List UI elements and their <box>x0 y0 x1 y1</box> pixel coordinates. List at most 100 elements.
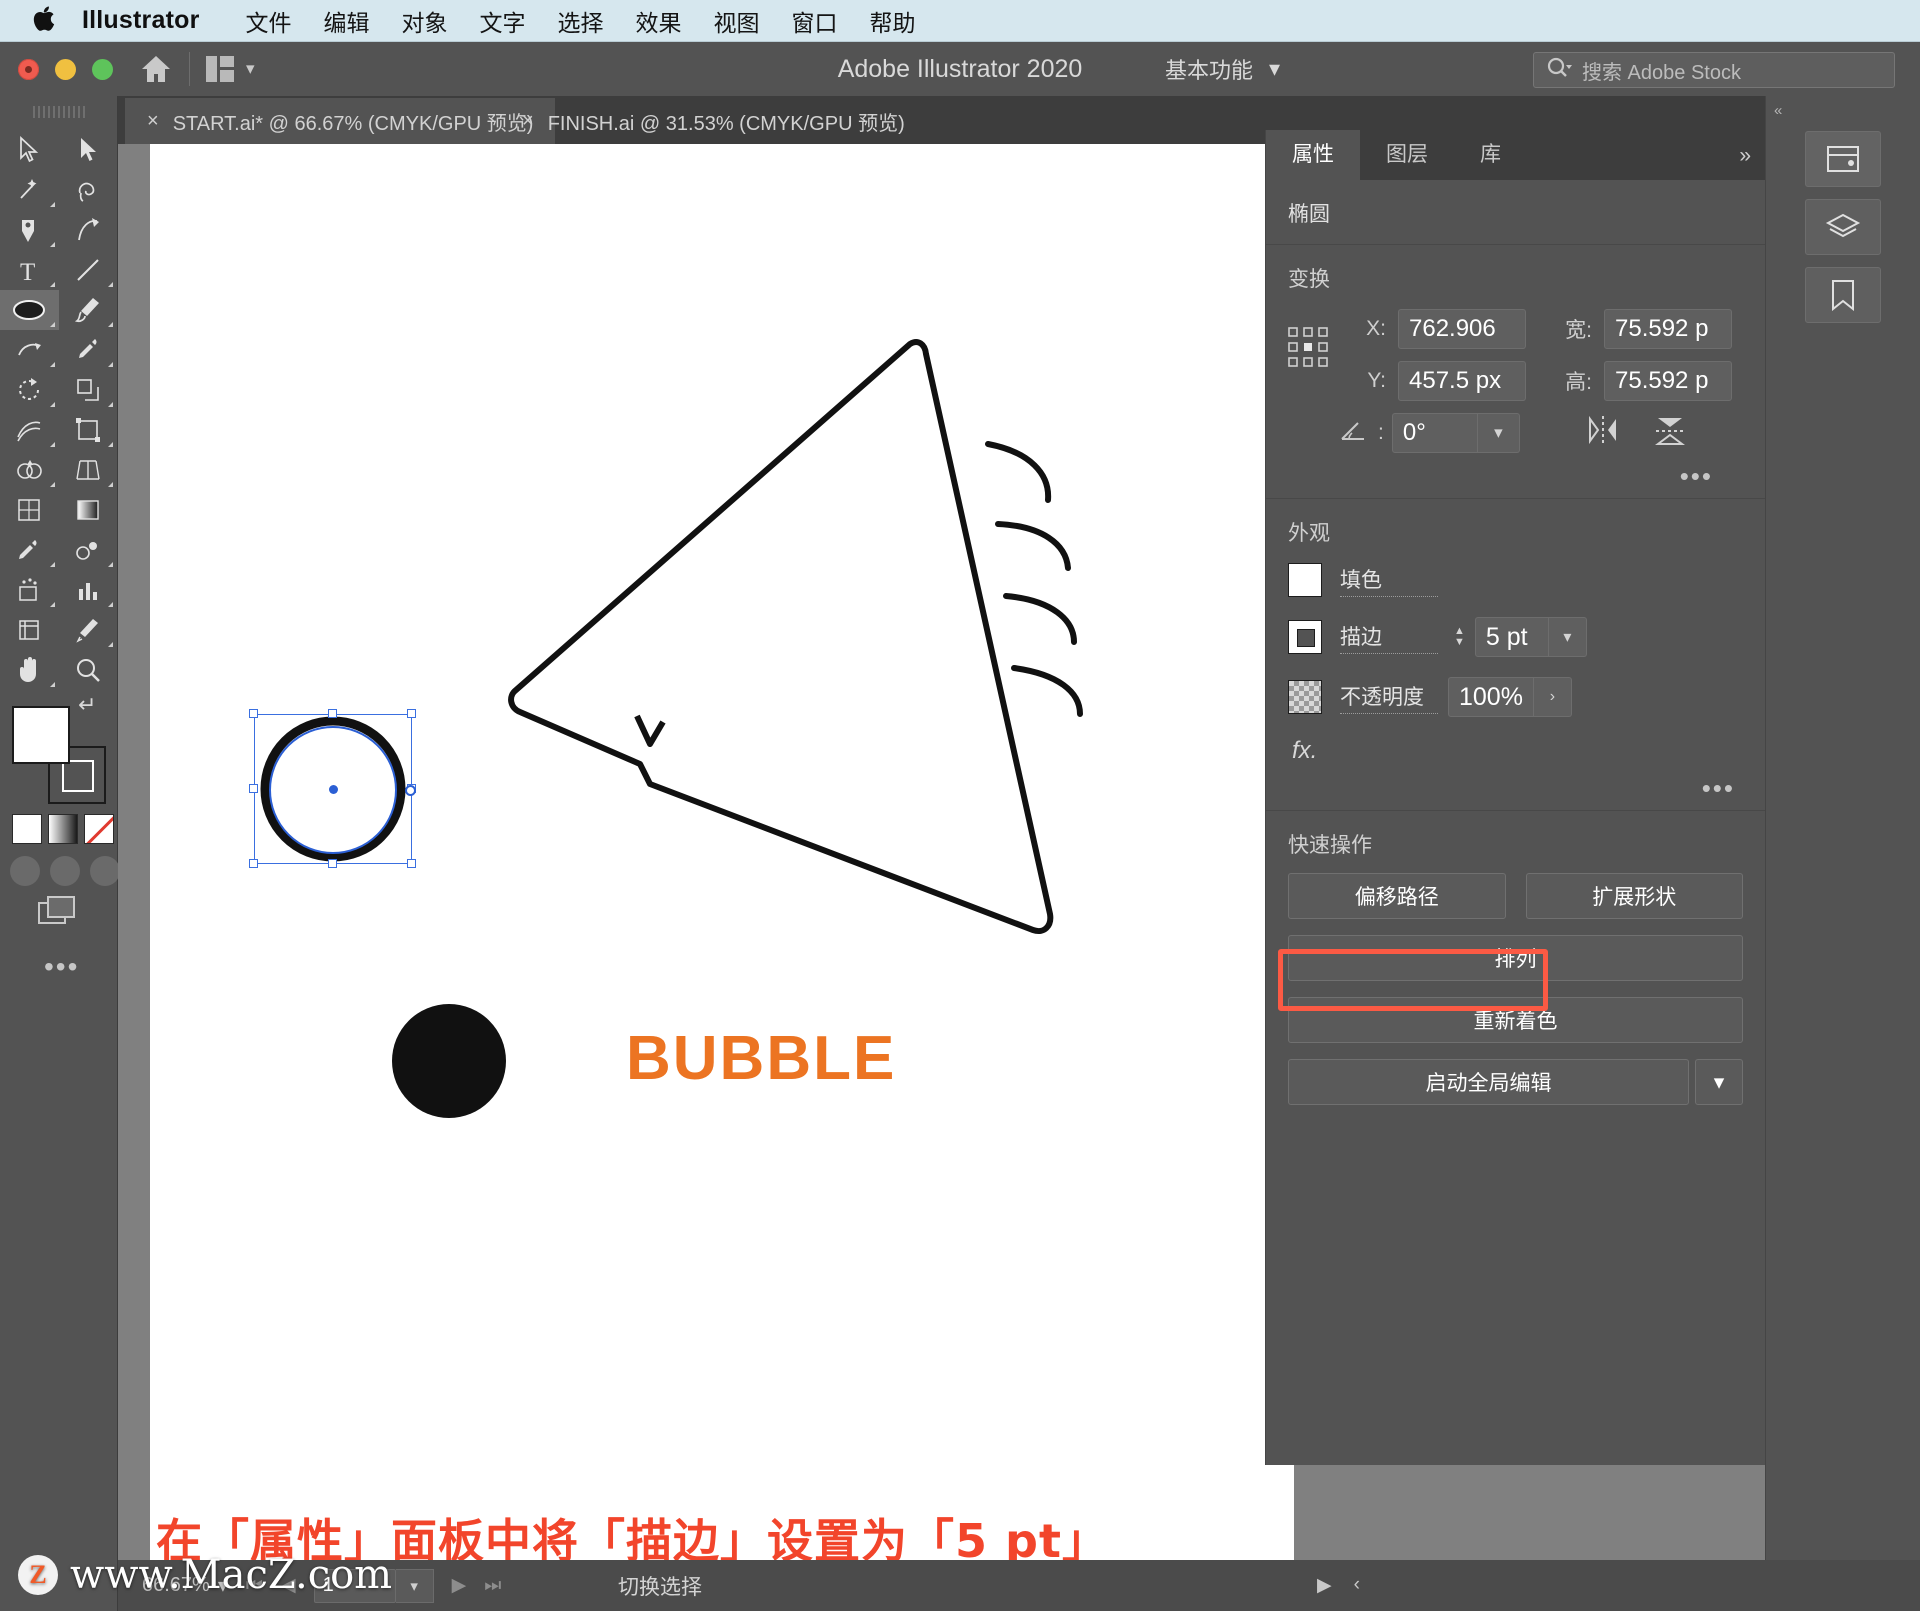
tab-libraries[interactable]: 库 <box>1454 130 1527 180</box>
artboard[interactable]: BUBBLE <box>150 144 1294 1594</box>
selection-handle[interactable] <box>328 709 337 718</box>
toolbar-more-icon[interactable]: ••• <box>44 951 79 983</box>
tool-lasso[interactable] <box>59 170 118 210</box>
height-input[interactable]: 75.592 p <box>1604 361 1732 401</box>
tool-type[interactable]: T <box>0 250 59 290</box>
tool-gradient[interactable] <box>59 490 118 530</box>
tool-line-segment[interactable] <box>59 250 118 290</box>
menu-view[interactable]: 视图 <box>698 4 776 38</box>
close-window-button[interactable] <box>18 58 39 80</box>
draw-behind-icon[interactable] <box>50 856 80 886</box>
tool-pen[interactable] <box>0 210 59 250</box>
artboard-nav-next[interactable]: ▶ <box>452 1574 467 1597</box>
gradient-button[interactable] <box>48 814 78 844</box>
tool-ellipse[interactable] <box>0 290 59 330</box>
arrange-button[interactable]: 排列 <box>1288 935 1743 981</box>
workspace-chevron-down-icon[interactable]: ▾ <box>1269 56 1280 82</box>
status-back-icon[interactable]: ‹ <box>1354 1574 1360 1597</box>
recolor-button[interactable]: 重新着色 <box>1288 997 1743 1043</box>
stroke-row[interactable]: 描边 ▲ ▼ 5 pt ▾ <box>1266 611 1765 663</box>
width-input[interactable]: 75.592 p <box>1604 309 1732 349</box>
tool-blend[interactable] <box>59 530 118 570</box>
properties-rail-icon[interactable] <box>1805 131 1881 187</box>
maximize-window-button[interactable] <box>92 58 113 80</box>
tool-free-transform[interactable] <box>59 410 118 450</box>
tab-properties[interactable]: 属性 <box>1266 130 1360 180</box>
apple-logo-icon[interactable] <box>30 6 56 36</box>
arrange-documents-icon[interactable] <box>206 56 234 82</box>
none-button[interactable] <box>84 814 114 844</box>
selection-widget-anchor[interactable] <box>405 785 416 796</box>
tool-scale[interactable] <box>59 370 118 410</box>
opacity-options-icon[interactable]: › <box>1533 677 1572 717</box>
tools-panel-grip[interactable] <box>32 106 85 118</box>
panel-menu-icon[interactable]: » <box>1739 144 1751 168</box>
adobe-stock-search[interactable]: 搜索 Adobe Stock <box>1533 52 1895 88</box>
color-button[interactable] <box>12 814 42 844</box>
stroke-stepper[interactable]: ▲ ▼ <box>1454 626 1465 648</box>
y-input[interactable]: 457.5 px <box>1398 361 1526 401</box>
tool-hand[interactable] <box>0 650 59 690</box>
menu-help[interactable]: 帮助 <box>854 4 932 38</box>
tool-eyedropper-2[interactable] <box>0 530 59 570</box>
arrange-chevron-down-icon[interactable]: ▾ <box>246 59 255 79</box>
tool-shape-builder[interactable] <box>0 450 59 490</box>
tool-mesh[interactable] <box>0 490 59 530</box>
workspace-switcher[interactable]: 基本功能 ▾ <box>1165 53 1280 85</box>
selection-handle[interactable] <box>328 859 337 868</box>
stroke-weight-dropdown-icon[interactable]: ▾ <box>1548 617 1587 657</box>
flip-vertical-icon[interactable] <box>1654 415 1686 452</box>
tool-perspective-grid[interactable] <box>59 450 118 490</box>
tool-width[interactable] <box>0 410 59 450</box>
selection-bounding-box[interactable] <box>249 709 416 868</box>
draw-normal-icon[interactable] <box>10 856 40 886</box>
menu-window[interactable]: 窗口 <box>776 4 854 38</box>
tool-selection[interactable] <box>0 130 59 170</box>
document-tab-finish[interactable]: × FINISH.ai @ 31.53% (CMYK/GPU 预览) <box>500 98 927 144</box>
artboard-nav-last[interactable]: ⏭ <box>484 1575 501 1597</box>
global-edit-options-icon[interactable]: ▾ <box>1695 1059 1743 1105</box>
menu-object[interactable]: 对象 <box>386 4 464 38</box>
start-global-edit-button[interactable]: 启动全局编辑 <box>1288 1059 1689 1105</box>
rotate-input[interactable]: 0° <box>1391 413 1478 453</box>
opacity-row[interactable]: 不透明度 100% › <box>1266 671 1765 723</box>
tool-symbol-sprayer[interactable] <box>0 570 59 610</box>
menu-file[interactable]: 文件 <box>230 4 308 38</box>
status-next-icon[interactable]: ▶ <box>1317 1574 1332 1597</box>
fill-swatch[interactable] <box>1288 563 1322 597</box>
menu-select[interactable]: 选择 <box>542 4 620 38</box>
tool-eyedropper[interactable] <box>59 330 118 370</box>
tab-layers[interactable]: 图层 <box>1360 130 1454 180</box>
expand-shape-button[interactable]: 扩展形状 <box>1525 873 1743 919</box>
tab-close-icon[interactable]: × <box>522 110 534 133</box>
menu-type[interactable]: 文字 <box>464 4 542 38</box>
fill-row[interactable]: 填色 <box>1266 557 1765 603</box>
transform-more-icon[interactable]: ••• <box>1288 453 1743 492</box>
tool-rotate[interactable] <box>0 370 59 410</box>
stroke-swatch[interactable] <box>1288 620 1322 654</box>
menu-edit[interactable]: 编辑 <box>308 4 386 38</box>
stroke-weight-input[interactable]: 5 pt <box>1474 617 1549 657</box>
tool-slice[interactable] <box>59 610 118 650</box>
artboard-dropdown-icon[interactable]: ▾ <box>395 1568 434 1603</box>
tool-shaper[interactable] <box>0 330 59 370</box>
tab-close-icon[interactable]: × <box>147 110 159 133</box>
menu-effect[interactable]: 效果 <box>620 4 698 38</box>
reference-point-icon[interactable] <box>1286 325 1330 374</box>
macos-app-name[interactable]: Illustrator <box>82 6 200 35</box>
tool-column-graph[interactable] <box>59 570 118 610</box>
document-tab-start[interactable]: × START.ai* @ 66.67% (CMYK/GPU 预览) <box>125 98 556 144</box>
selection-handle[interactable] <box>407 709 416 718</box>
minimize-window-button[interactable] <box>55 58 76 80</box>
offset-path-button[interactable]: 偏移路径 <box>1288 873 1506 919</box>
tool-curvature[interactable] <box>59 210 118 250</box>
fill-color-swatch[interactable] <box>12 706 70 764</box>
x-input[interactable]: 762.906 <box>1398 309 1526 349</box>
opacity-input[interactable]: 100% <box>1448 677 1534 717</box>
tool-artboard[interactable] <box>0 610 59 650</box>
opacity-swatch[interactable] <box>1288 680 1322 714</box>
libraries-rail-icon[interactable] <box>1805 267 1881 323</box>
tool-magic-wand[interactable] <box>0 170 59 210</box>
appearance-more-icon[interactable]: ••• <box>1266 765 1765 804</box>
selection-handle[interactable] <box>249 859 258 868</box>
